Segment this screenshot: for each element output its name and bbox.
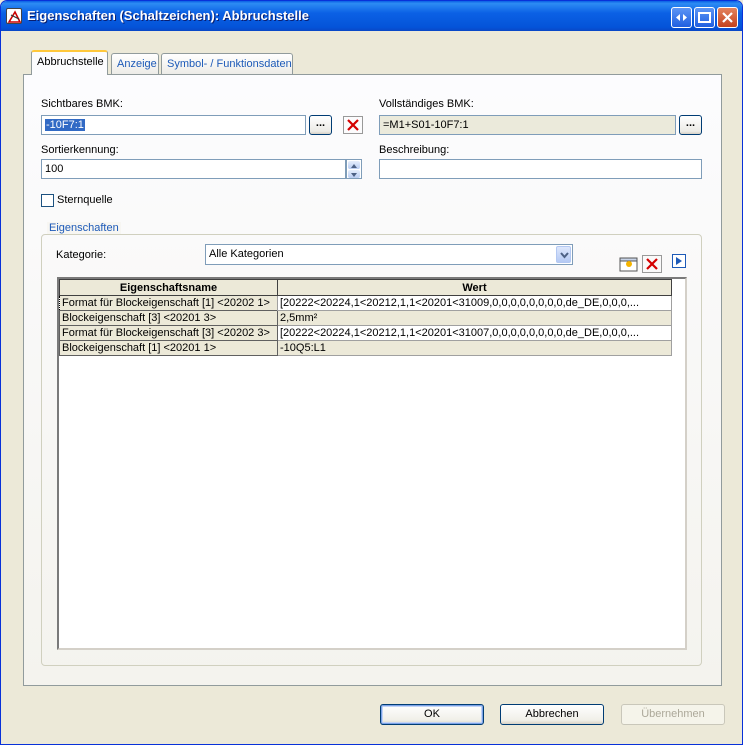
sichtbares-bmk-value: -10F7:1 [45, 119, 85, 131]
table-header: Eigenschaftsname Wert [59, 279, 672, 296]
ok-button[interactable]: OK [380, 704, 484, 725]
table-row[interactable]: Format für Blockeigenschaft [3] <20202 3… [59, 325, 672, 341]
sternquelle-checkbox[interactable] [41, 194, 54, 207]
property-name-cell[interactable]: Format für Blockeigenschaft [1] <20202 1… [59, 295, 278, 311]
property-value-cell[interactable]: [20222<20224,1<20212,1,1<20201<31009,0,0… [277, 295, 672, 311]
sichtbares-bmk-label: Sichtbares BMK: [41, 98, 123, 110]
spin-down-button[interactable] [348, 170, 360, 178]
beschreibung-label: Beschreibung: [379, 144, 450, 156]
vollstaendiges-bmk-browse-button[interactable]: ... [679, 115, 702, 135]
resize-arrows-icon [676, 14, 687, 21]
vollstaendiges-bmk-field[interactable]: =M1+S01-10F7:1 [379, 115, 676, 135]
kategorie-label: Kategorie: [56, 249, 107, 261]
play-arrow-icon [676, 257, 682, 265]
new-row-icon [619, 257, 638, 272]
table-row[interactable]: Blockeigenschaft [1] <20201 1> -10Q5:L1 [59, 340, 672, 356]
chevron-down-icon [560, 252, 569, 259]
column-header-name[interactable]: Eigenschaftsname [59, 279, 278, 296]
tab-label: Symbol- / Funktionsdaten [167, 58, 292, 70]
eigenschaften-group-title: Eigenschaften [47, 222, 121, 234]
properties-dialog: Eigenschaften (Schaltzeichen): Abbruchst… [0, 0, 743, 745]
sortierkennung-spinner[interactable] [346, 159, 362, 179]
delete-x-icon [646, 258, 658, 270]
properties-table[interactable]: Eigenschaftsname Wert Format für Blockei… [57, 277, 687, 650]
property-value-cell[interactable]: [20222<20224,1<20212,1,1<20201<31007,0,0… [277, 325, 672, 341]
tab-label: Abbruchstelle [37, 56, 104, 68]
tab-abbruchstelle[interactable]: Abbruchstelle [31, 50, 108, 75]
beschreibung-input[interactable] [379, 159, 702, 179]
delete-bmk-button[interactable] [343, 116, 363, 134]
maximize-button[interactable] [694, 7, 715, 28]
sichtbares-bmk-browse-button[interactable]: ... [309, 115, 332, 135]
property-name-cell[interactable]: Blockeigenschaft [3] <20201 3> [59, 310, 278, 326]
vollstaendiges-bmk-label: Vollständiges BMK: [379, 98, 474, 110]
tab-anzeige[interactable]: Anzeige [111, 53, 159, 75]
property-name-cell[interactable]: Format für Blockeigenschaft [3] <20202 3… [59, 325, 278, 341]
cancel-button[interactable]: Abbrechen [500, 704, 604, 725]
restore-arrows-button[interactable] [671, 7, 692, 28]
arrow-up-icon [351, 164, 357, 168]
kategorie-value: Alle Kategorien [209, 248, 284, 260]
close-button[interactable] [717, 7, 738, 28]
table-row[interactable]: Blockeigenschaft [3] <20201 3> 2,5mm² [59, 310, 672, 326]
arrow-down-icon [351, 173, 357, 177]
title-bar[interactable]: Eigenschaften (Schaltzeichen): Abbruchst… [1, 1, 742, 31]
window-title: Eigenschaften (Schaltzeichen): Abbruchst… [27, 8, 309, 23]
property-name-cell[interactable]: Blockeigenschaft [1] <20201 1> [59, 340, 278, 356]
close-icon [722, 12, 733, 23]
kategorie-select[interactable]: Alle Kategorien [205, 244, 573, 265]
table-row[interactable]: Format für Blockeigenschaft [1] <20202 1… [59, 295, 672, 311]
maximize-icon [698, 12, 711, 23]
column-header-wert[interactable]: Wert [277, 279, 672, 296]
sortierkennung-label: Sortierkennung: [41, 144, 119, 156]
delete-property-button[interactable] [642, 255, 662, 273]
app-icon[interactable] [6, 8, 22, 24]
sortierkennung-input[interactable]: 100 [41, 159, 346, 179]
spin-up-button[interactable] [348, 161, 360, 169]
expand-button[interactable] [672, 254, 686, 268]
delete-x-icon [347, 119, 359, 131]
apply-button[interactable]: Übernehmen [621, 704, 725, 725]
property-value-cell[interactable]: 2,5mm² [277, 310, 672, 326]
sichtbares-bmk-input[interactable]: -10F7:1 [41, 115, 306, 135]
tab-symbol-funktionsdaten[interactable]: Symbol- / Funktionsdaten [161, 53, 293, 75]
sternquelle-label[interactable]: Sternquelle [57, 194, 113, 206]
property-value-cell[interactable]: -10Q5:L1 [277, 340, 672, 356]
new-property-button[interactable] [619, 255, 639, 273]
tab-label: Anzeige [117, 58, 157, 70]
kategorie-dropdown-button[interactable] [556, 246, 571, 263]
